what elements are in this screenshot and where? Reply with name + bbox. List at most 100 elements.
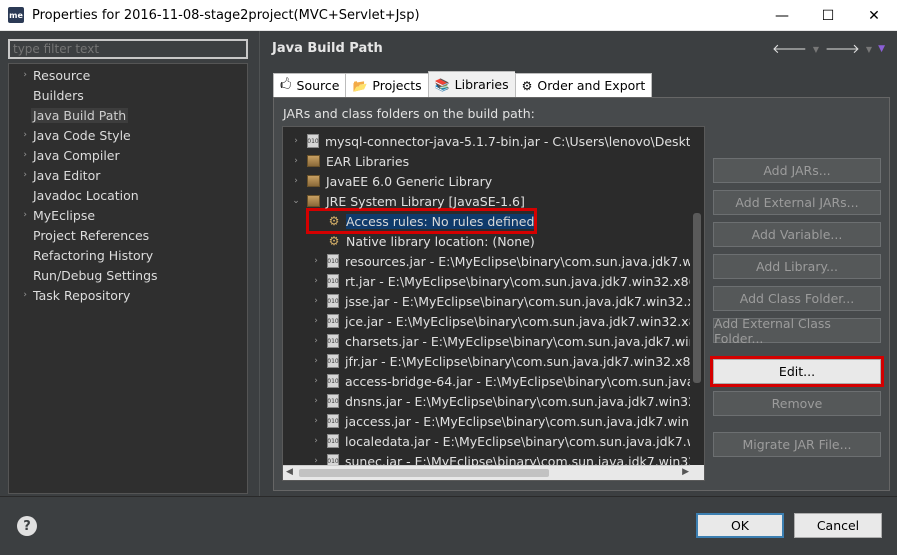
- sidebar-item[interactable]: Javadoc Location: [9, 185, 247, 205]
- expand-arrow-icon[interactable]: ›: [309, 356, 323, 366]
- build-path-entry[interactable]: › 010 mysql-connector-java-5.1.7-bin.jar -…: [289, 131, 704, 151]
- view-menu-icon[interactable]: ▼: [878, 44, 885, 54]
- expand-arrow-icon[interactable]: ›: [9, 150, 33, 160]
- tab-projects[interactable]: 📂 Projects: [345, 73, 428, 98]
- build-path-entry[interactable]: › 010 charsets.jar - E:\MyEclipse\binary\c…: [309, 331, 705, 351]
- entry-label: charsets.jar - E:\MyEclipse\binary\com.s…: [345, 333, 705, 349]
- sidebar-item[interactable]: Builders: [9, 85, 247, 105]
- sidebar-item[interactable]: › MyEclipse: [9, 205, 247, 225]
- sidebar-item[interactable]: Refactoring History: [9, 245, 247, 265]
- build-path-entry[interactable]: › 010 jfr.jar - E:\MyEclipse\binary\com.su…: [309, 351, 704, 371]
- cancel-button[interactable]: Cancel: [794, 513, 882, 538]
- add-class-folder-button[interactable]: Add Class Folder...: [713, 286, 881, 311]
- sidebar-item[interactable]: › Java Compiler: [9, 145, 247, 165]
- forward-arrow-icon[interactable]: 🡒: [825, 41, 860, 57]
- build-path-tree[interactable]: › 010 sunec.jar - E:\MyEclipse\binary\com.…: [282, 126, 705, 481]
- sidebar-item[interactable]: Project References: [9, 225, 247, 245]
- build-path-entry[interactable]: ⚙ Access rules: No rules defined: [305, 208, 538, 234]
- tab-icon: 📚: [434, 77, 450, 92]
- sidebar-item[interactable]: › Task Repository: [9, 285, 247, 305]
- expand-arrow-icon[interactable]: ›: [309, 336, 323, 346]
- sidebar-item[interactable]: Run/Debug Settings: [9, 265, 247, 285]
- migrate-jar-file-button[interactable]: Migrate JAR File...: [713, 432, 881, 457]
- expand-arrow-icon[interactable]: ›: [309, 376, 323, 386]
- tab-label: Order and Export: [537, 78, 646, 93]
- expand-arrow-icon[interactable]: ›: [9, 170, 33, 180]
- scroll-thumb[interactable]: [693, 213, 701, 383]
- dialog-footer: ? OK Cancel: [0, 496, 897, 555]
- build-path-entry[interactable]: › 010 localedata.jar - E:\MyEclipse\binary…: [309, 431, 705, 451]
- entry-label: localedata.jar - E:\MyEclipse\binary\com…: [345, 433, 705, 449]
- sidebar-item-label: Java Compiler: [33, 147, 120, 163]
- build-path-entry[interactable]: › JavaEE 6.0 Generic Library: [289, 171, 492, 191]
- panel-divider[interactable]: [259, 31, 260, 496]
- maximize-button[interactable]: ☐: [805, 0, 851, 31]
- tab-libraries[interactable]: 📚 Libraries: [427, 71, 515, 98]
- jar-file-icon: 010: [327, 254, 339, 268]
- horizontal-scrollbar[interactable]: ◀ ▶: [283, 465, 692, 480]
- add-external-jars-button[interactable]: Add External JARs...: [713, 190, 881, 215]
- expand-arrow-icon[interactable]: ›: [309, 256, 323, 266]
- library-icon: [307, 175, 320, 187]
- back-history-dropdown-icon[interactable]: ▼: [813, 45, 819, 54]
- jar-file-icon: 010: [327, 414, 339, 428]
- minimize-button[interactable]: —: [759, 0, 805, 31]
- tab-order-and-export[interactable]: ⚙ Order and Export: [514, 73, 653, 98]
- scroll-left-icon[interactable]: ◀: [286, 467, 293, 477]
- expand-arrow-icon[interactable]: ›: [9, 130, 33, 140]
- expand-arrow-icon[interactable]: ›: [9, 210, 33, 220]
- ok-button[interactable]: OK: [696, 513, 784, 538]
- expand-arrow-icon[interactable]: ›: [289, 176, 303, 186]
- add-library-button[interactable]: Add Library...: [713, 254, 881, 279]
- build-path-entry[interactable]: ⌄ JRE System Library [JavaSE-1.6]: [289, 191, 525, 211]
- sidebar-item[interactable]: › Java Code Style: [9, 125, 247, 145]
- build-path-entry[interactable]: › 010 jaccess.jar - E:\MyEclipse\binary\co…: [309, 411, 704, 431]
- build-path-entry[interactable]: › 010 jsse.jar - E:\MyEclipse\binary\com.s…: [309, 291, 705, 311]
- back-arrow-icon[interactable]: 🡐: [772, 41, 807, 57]
- sidebar-item[interactable]: › Java Editor: [9, 165, 247, 185]
- build-path-entry[interactable]: › 010 access-bridge-64.jar - E:\MyEclipse\…: [309, 371, 704, 391]
- build-path-entry[interactable]: › EAR Libraries: [289, 151, 409, 171]
- remove-button[interactable]: Remove: [713, 391, 881, 416]
- jar-file-icon: 010: [307, 134, 319, 148]
- page-header: Java Build Path 🡐 ▼ 🡒 ▼ ▼: [262, 31, 897, 65]
- filter-input[interactable]: [8, 39, 248, 59]
- expand-arrow-icon[interactable]: ›: [9, 290, 33, 300]
- jar-file-icon: 010: [327, 354, 339, 368]
- sidebar-item-label: Builders: [33, 87, 84, 103]
- expand-arrow-icon[interactable]: ›: [289, 156, 303, 166]
- forward-history-dropdown-icon[interactable]: ▼: [866, 45, 872, 54]
- expand-arrow-icon[interactable]: ›: [309, 316, 323, 326]
- build-path-entry[interactable]: › 010 rt.jar - E:\MyEclipse\binary\com.sun…: [309, 271, 704, 291]
- expand-arrow-icon[interactable]: ›: [289, 136, 303, 146]
- entry-label: jce.jar - E:\MyEclipse\binary\com.sun.ja…: [345, 313, 705, 329]
- libraries-tab-content: JARs and class folders on the build path…: [273, 97, 890, 491]
- sidebar-item-label: Task Repository: [33, 287, 131, 303]
- expand-arrow-icon[interactable]: ⌄: [289, 196, 303, 206]
- entry-label: JavaEE 6.0 Generic Library: [326, 173, 493, 189]
- add-jars-button[interactable]: Add JARs...: [713, 158, 881, 183]
- sidebar-item[interactable]: › Resource: [9, 65, 247, 85]
- build-path-entry[interactable]: › 010 jce.jar - E:\MyEclipse\binary\com.su…: [309, 311, 705, 331]
- add-variable-button[interactable]: Add Variable...: [713, 222, 881, 247]
- tab-source[interactable]: 🖒 Source: [273, 73, 346, 98]
- scroll-right-icon[interactable]: ▶: [682, 467, 689, 477]
- access-rules-icon: ⚙: [328, 214, 340, 228]
- build-path-entry[interactable]: › 010 resources.jar - E:\MyEclipse\binary\…: [309, 251, 704, 271]
- build-path-entry[interactable]: ⚙ Native library location: (None): [309, 231, 535, 251]
- expand-arrow-icon[interactable]: ›: [9, 70, 33, 80]
- help-icon[interactable]: ?: [17, 516, 37, 536]
- scroll-thumb[interactable]: [299, 469, 549, 477]
- expand-arrow-icon[interactable]: ›: [309, 296, 323, 306]
- expand-arrow-icon[interactable]: ›: [309, 436, 323, 446]
- vertical-scrollbar[interactable]: [690, 127, 704, 467]
- expand-arrow-icon[interactable]: ›: [309, 416, 323, 426]
- build-path-entry[interactable]: › 010 dnsns.jar - E:\MyEclipse\binary\com.…: [309, 391, 704, 411]
- close-button[interactable]: ✕: [851, 0, 897, 31]
- expand-arrow-icon[interactable]: ›: [309, 276, 323, 286]
- expand-arrow-icon[interactable]: ›: [309, 396, 323, 406]
- entry-label: jsse.jar - E:\MyEclipse\binary\com.sun.j…: [345, 293, 705, 309]
- libraries-header: JARs and class folders on the build path…: [283, 106, 535, 121]
- add-external-class-folder-button[interactable]: Add External Class Folder...: [713, 316, 881, 346]
- sidebar-item[interactable]: Java Build Path: [9, 105, 247, 125]
